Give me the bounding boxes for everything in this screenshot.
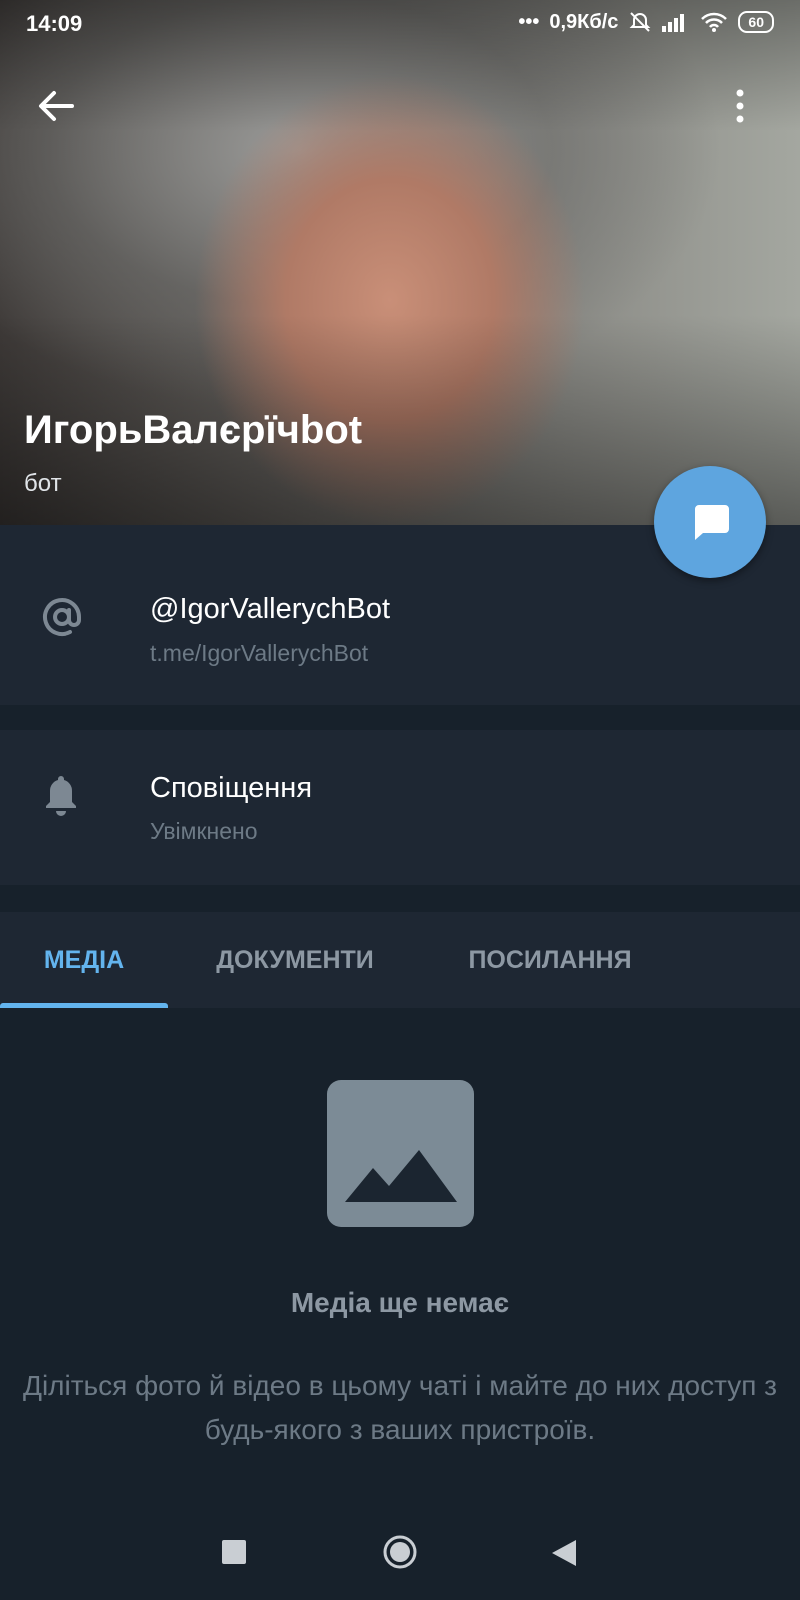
tab-links[interactable]: ПОСИЛАННЯ — [440, 912, 660, 1008]
media-tabs: МЕДІА ДОКУМЕНТИ ПОСИЛАННЯ — [0, 912, 800, 1008]
bell-icon — [46, 776, 76, 816]
image-placeholder-icon — [327, 1080, 474, 1227]
empty-state-title: Медіа ще немає — [290, 1287, 510, 1318]
notifications-row[interactable]: Сповіщення Увімкнено — [0, 730, 800, 885]
profile-name: ИгорьВалєрїчbot — [24, 408, 363, 452]
back-nav-icon[interactable] — [552, 1540, 576, 1566]
tab-media[interactable]: МЕДІА — [0, 912, 168, 1008]
status-bar: 14:09 ••• 0,9Кб/с 60 — [0, 0, 800, 48]
more-options-icon[interactable] — [730, 86, 750, 126]
navigation-bar — [0, 1510, 800, 1600]
send-message-button[interactable] — [654, 466, 766, 578]
signal-dots-icon: ••• — [518, 10, 540, 33]
tab-documents[interactable]: ДОКУМЕНТИ — [190, 912, 400, 1008]
cellular-signal-icon — [662, 14, 685, 32]
alarm-off-icon — [630, 12, 651, 32]
recent-apps-icon[interactable] — [222, 1540, 246, 1564]
wifi-icon — [701, 12, 728, 32]
profile-header: 14:09 ••• 0,9Кб/с 60 ИгорьВалєрїчbot бот — [0, 0, 800, 525]
empty-state-text: Діліться фото й відео в цьому чаті і май… — [22, 1370, 778, 1445]
notifications-status: Увімкнено — [150, 818, 258, 844]
username: @IgorVallerychBot — [150, 593, 391, 625]
active-tab-indicator — [0, 1003, 168, 1008]
home-icon[interactable] — [382, 1534, 418, 1570]
battery-icon: 60 — [738, 11, 774, 33]
notifications-label: Сповіщення — [150, 772, 313, 804]
at-sign-icon — [43, 598, 81, 636]
status-time: 14:09 — [26, 11, 83, 36]
status-icons: ••• 0,9Кб/с 60 — [518, 10, 774, 34]
username-link: t.me/IgorVallerychBot — [150, 640, 369, 666]
profile-subtitle: бот — [24, 470, 62, 497]
chat-bubble-icon — [695, 505, 729, 540]
back-arrow-icon[interactable] — [36, 86, 76, 126]
network-speed: 0,9Кб/с — [549, 10, 619, 33]
